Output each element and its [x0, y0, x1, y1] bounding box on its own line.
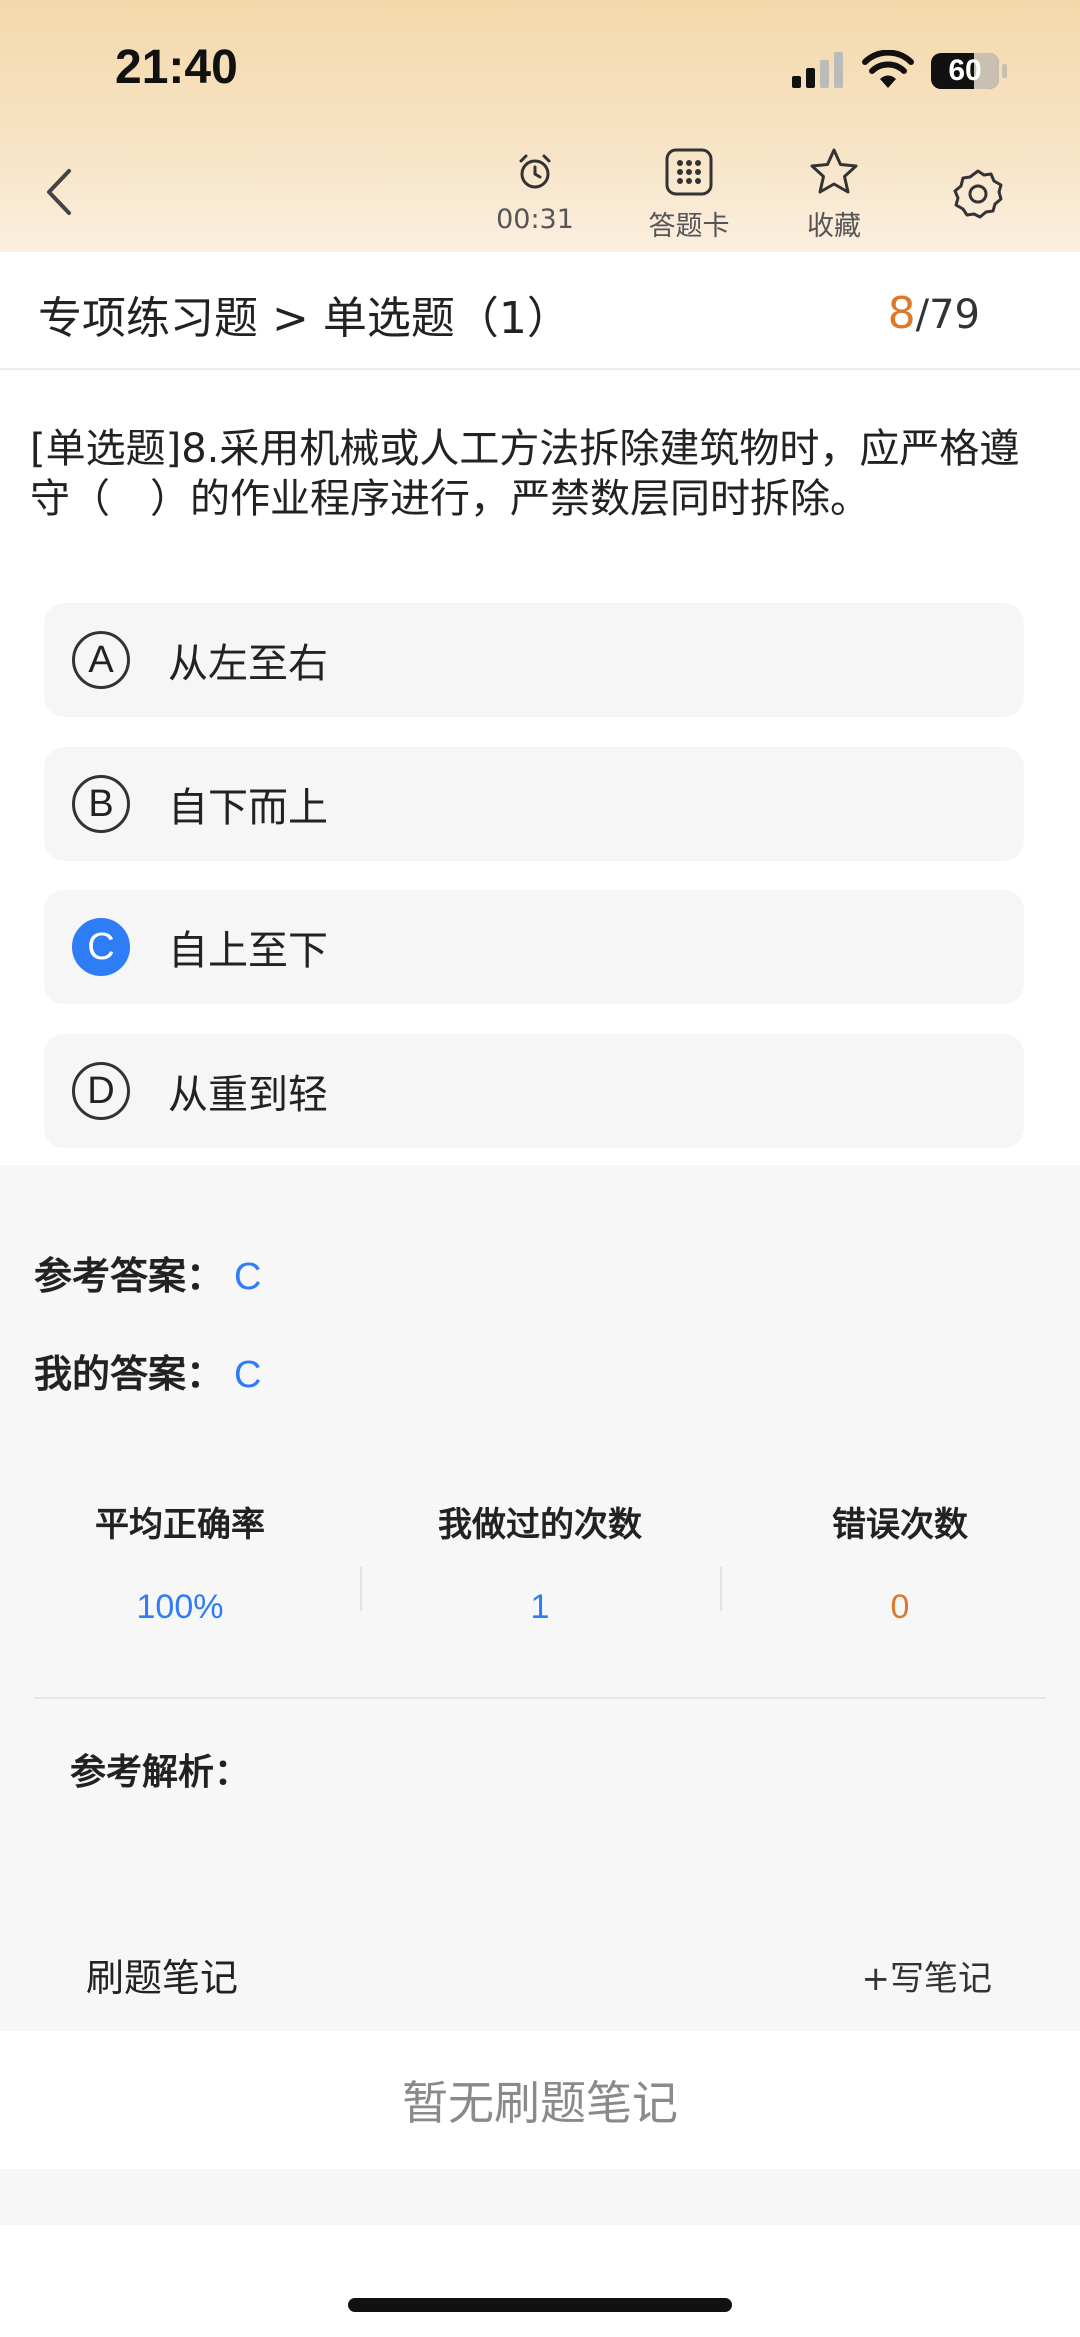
battery-level: 60	[948, 54, 982, 87]
divider	[34, 1697, 1046, 1699]
header-area: 21:40 60 00:31 答题卡 收藏	[0, 0, 1080, 252]
analysis-label: 参考解析：	[70, 1752, 251, 1793]
status-bar: 21:40 60	[0, 0, 1080, 140]
answer-panel: 参考答案： C 我的答案： C 平均正确率 100% 我做过的次数 1 错误次数 0…	[0, 1165, 1080, 2031]
reference-answer: 参考答案： C	[34, 1245, 261, 1300]
grid-icon	[665, 148, 713, 196]
option-a-text: 从左至右	[168, 641, 328, 687]
settings-button[interactable]	[948, 164, 1008, 224]
battery-icon: 60	[930, 52, 1008, 90]
option-c-badge-selected: C	[72, 918, 130, 976]
breadcrumb: 专项练习题 > 单选题（1）	[38, 293, 571, 344]
nav-bar: 00:31 答题卡 收藏	[0, 140, 1080, 252]
write-note-button[interactable]: +写笔记	[862, 1951, 993, 2000]
notes-label: 刷题笔记	[86, 1956, 239, 2000]
stat-attempts-label: 我做过的次数	[438, 1505, 642, 1545]
favorite-label: 收藏	[807, 211, 861, 242]
timer-button[interactable]: 00:31	[475, 144, 595, 244]
stat-attempts: 我做过的次数 1	[360, 1497, 720, 1627]
stat-accuracy: 平均正确率 100%	[0, 1497, 360, 1627]
timer-text: 00:31	[496, 204, 574, 235]
favorite-button[interactable]: 收藏	[774, 144, 894, 244]
star-icon	[810, 148, 858, 194]
option-a-badge: A	[72, 631, 130, 689]
option-a[interactable]: A 从左至右	[44, 603, 1024, 717]
stat-errors: 错误次数 0	[720, 1497, 1080, 1627]
back-button[interactable]	[30, 162, 86, 222]
status-time: 21:40	[115, 41, 238, 94]
question-text: [单选题]8.采用机械或人工方法拆除建筑物时，应严格遵守（ ）的作业程序进行，严…	[30, 426, 1020, 522]
option-b-text: 自下而上	[168, 785, 328, 831]
question-counter: 8/79	[888, 288, 980, 339]
my-answer-label: 我的答案：	[34, 1352, 225, 1396]
answer-card-button[interactable]: 答题卡	[629, 144, 749, 244]
bottom-spacer	[0, 2169, 1080, 2225]
stat-accuracy-value: 100%	[136, 1588, 224, 1626]
option-d-text: 从重到轻	[168, 1072, 328, 1118]
reference-answer-value: C	[234, 1256, 262, 1298]
quiz-page: 21:40 60 00:31 答题卡 收藏 专项练习题 > 单选题（1） 8/7…	[0, 0, 1080, 2337]
option-b[interactable]: B 自下而上	[44, 747, 1024, 861]
wifi-icon	[862, 50, 914, 88]
reference-answer-label: 参考答案：	[34, 1254, 225, 1298]
stat-accuracy-label: 平均正确率	[95, 1505, 265, 1545]
home-indicator[interactable]	[348, 2298, 732, 2312]
empty-notes-text: 暂无刷题笔记	[0, 2031, 1080, 2169]
option-c-text: 自上至下	[168, 928, 328, 974]
alarm-clock-icon	[519, 154, 551, 189]
total-questions: /79	[915, 292, 980, 338]
my-answer-value: C	[234, 1354, 262, 1396]
stat-errors-label: 错误次数	[832, 1505, 968, 1545]
option-d[interactable]: D 从重到轻	[44, 1034, 1024, 1148]
stat-errors-value: 0	[890, 1588, 910, 1626]
section-header: 专项练习题 > 单选题（1） 8/79	[0, 252, 1080, 370]
stats-row: 平均正确率 100% 我做过的次数 1 错误次数 0	[0, 1497, 1080, 1647]
cellular-signal-icon	[792, 52, 843, 88]
stat-attempts-value: 1	[530, 1588, 550, 1626]
option-c[interactable]: C 自上至下	[44, 890, 1024, 1004]
answer-card-label: 答题卡	[648, 211, 730, 242]
chevron-left-icon	[47, 169, 71, 215]
current-question-number: 8	[887, 288, 916, 339]
option-d-badge: D	[72, 1062, 130, 1120]
gear-icon	[953, 169, 1003, 219]
option-b-badge: B	[72, 775, 130, 833]
my-answer: 我的答案： C	[34, 1343, 261, 1398]
